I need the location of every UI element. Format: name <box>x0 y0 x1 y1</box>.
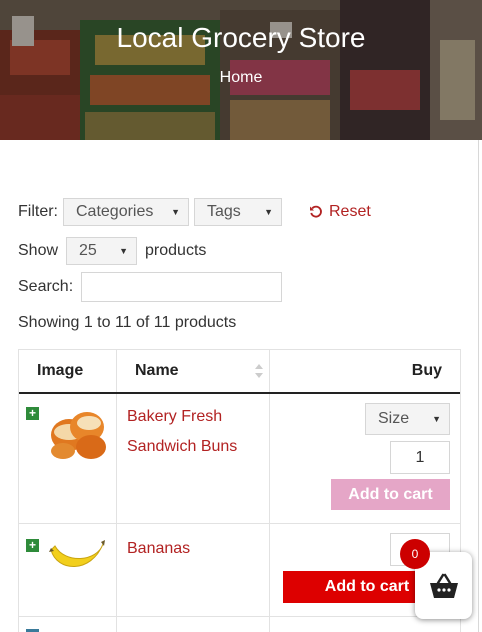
expand-row-icon[interactable]: + <box>26 407 39 420</box>
breadcrumb-home[interactable]: Home <box>0 69 482 87</box>
chevron-down-icon: ▼ <box>264 207 273 217</box>
cart-count-badge: 0 <box>400 539 430 569</box>
image-cell: + <box>19 524 117 616</box>
name-cell <box>117 617 270 632</box>
results-summary: Showing 1 to 11 of 11 products <box>18 314 237 331</box>
name-cell: Bakery Fresh Sandwich Buns <box>117 394 270 523</box>
categories-select-value: Categories <box>76 203 154 220</box>
product-image-bananas[interactable] <box>47 538 107 578</box>
reset-icon <box>310 205 322 218</box>
sort-icon <box>255 364 263 378</box>
chevron-down-icon: ▼ <box>432 414 441 424</box>
column-header-name[interactable]: Name <box>117 350 270 392</box>
size-select-value: Size <box>378 410 410 427</box>
expand-row-icon[interactable]: + <box>26 539 39 552</box>
filter-row: Filter: Categories ▼ Tags ▼ Reset <box>18 198 371 226</box>
site-title[interactable]: Local Grocery Store <box>0 22 482 54</box>
chevron-down-icon: ▼ <box>171 207 180 217</box>
product-name-link[interactable]: Bakery Fresh <box>127 402 269 432</box>
column-header-buy: Buy <box>270 350 460 392</box>
hero-banner: Local Grocery Store Home <box>0 0 482 140</box>
table-header: Image Name Buy <box>19 350 460 394</box>
tags-select[interactable]: Tags ▼ <box>194 198 282 226</box>
add-to-cart-button[interactable]: Add to cart <box>331 479 450 510</box>
image-cell: + <box>19 394 117 523</box>
reset-button[interactable]: Reset <box>309 203 371 221</box>
name-cell: Bananas <box>117 524 270 616</box>
search-row: Search: <box>18 272 283 302</box>
search-label: Search: <box>18 278 74 295</box>
reset-label: Reset <box>329 203 371 220</box>
image-cell <box>19 617 117 632</box>
product-image-buns[interactable] <box>49 405 107 461</box>
table-row <box>19 617 460 632</box>
column-header-image-label: Image <box>37 362 84 379</box>
page-size-value: 25 <box>79 242 97 259</box>
categories-select[interactable]: Categories ▼ <box>63 198 189 226</box>
buy-cell <box>270 617 460 632</box>
results-summary-row: Showing 1 to 11 of 11 products <box>18 314 236 332</box>
show-label: Show <box>18 242 59 259</box>
table-row: + Bananas Add to cart <box>19 524 460 617</box>
column-header-buy-label: Buy <box>411 362 442 379</box>
page-size-select[interactable]: 25 ▼ <box>66 237 138 265</box>
size-select[interactable]: Size ▼ <box>365 403 450 435</box>
quantity-input[interactable]: 1 <box>390 441 450 474</box>
tags-select-value: Tags <box>207 203 241 220</box>
chevron-down-icon: ▼ <box>119 246 129 256</box>
search-input[interactable] <box>81 272 283 302</box>
page-edge <box>478 140 482 632</box>
product-name-link[interactable]: Sandwich Buns <box>127 432 269 462</box>
buy-cell: Size ▼ 1 Add to cart <box>270 394 460 523</box>
show-suffix: products <box>145 242 207 259</box>
column-header-image[interactable]: Image <box>19 350 117 392</box>
show-row: Show 25 ▼ products <box>18 237 206 265</box>
product-name-link[interactable]: Bananas <box>127 534 269 564</box>
basket-icon <box>429 573 458 598</box>
table-row: + Bakery Fresh Sandwich Buns Size ▼ 1 Ad… <box>19 394 460 524</box>
column-header-name-label: Name <box>135 362 179 379</box>
filter-label: Filter: <box>18 203 58 220</box>
products-table: Image Name Buy + Bakery Fresh Sandwich B… <box>18 349 461 632</box>
